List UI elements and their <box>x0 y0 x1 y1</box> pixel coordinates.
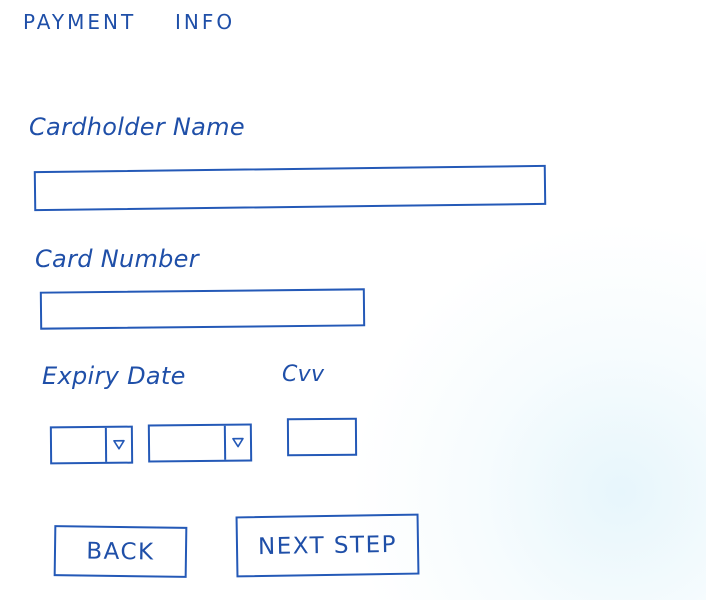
page-title-info: INFO <box>175 10 236 34</box>
back-button[interactable]: BACK <box>53 525 188 578</box>
card-number-field[interactable] <box>39 288 366 330</box>
cvv-label: Cvv <box>282 362 325 387</box>
chevron-down-icon <box>226 425 250 459</box>
next-step-button[interactable]: NEXT STEP <box>235 513 420 578</box>
expiry-month-select[interactable] <box>49 425 134 465</box>
expiry-year-value <box>149 425 227 461</box>
expiry-year-select[interactable] <box>147 423 253 463</box>
chevron-down-icon <box>107 428 131 462</box>
card-number-label: Card Number <box>35 245 199 273</box>
cvv-field[interactable] <box>286 417 358 457</box>
expiry-month-value <box>51 427 108 463</box>
cardholder-name-field[interactable] <box>33 164 547 212</box>
expiry-date-label: Expiry Date <box>42 362 186 390</box>
page-title-payment: PAYMENT <box>23 10 137 34</box>
cardholder-name-label: Cardholder Name <box>29 113 245 141</box>
